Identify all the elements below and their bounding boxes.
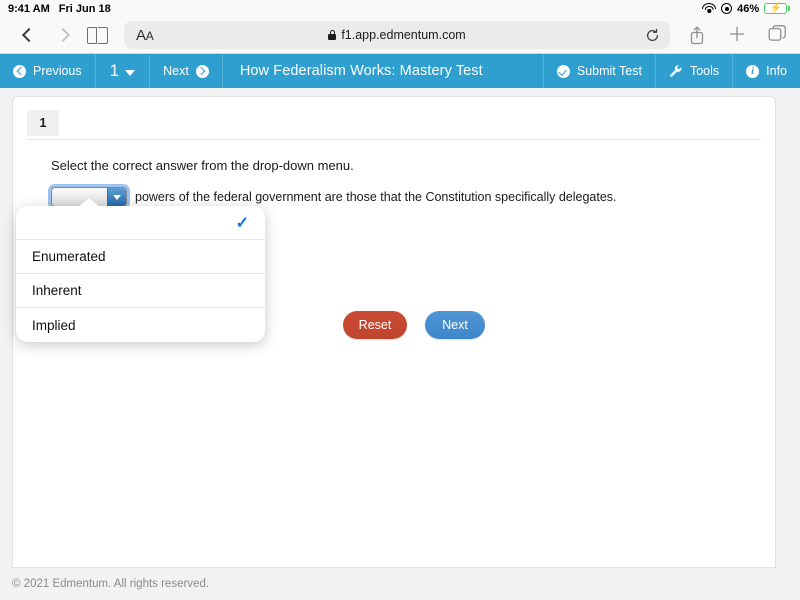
forward-button[interactable] [46, 20, 80, 50]
info-circle-icon: i [746, 65, 759, 78]
info-label: Info [766, 64, 787, 78]
check-circle-icon [557, 65, 570, 78]
back-button[interactable] [12, 20, 46, 50]
wrench-icon [669, 64, 683, 78]
address-bar[interactable]: AA f1.app.edmentum.com [124, 21, 670, 49]
text-size-button[interactable]: AA [136, 27, 153, 44]
previous-button[interactable]: Previous [0, 54, 96, 88]
status-bar-right: 46% ⚡ [702, 3, 790, 15]
tabs-icon[interactable] [768, 25, 788, 45]
share-icon[interactable] [688, 25, 708, 45]
arrow-circle-left-icon [13, 65, 26, 78]
info-button[interactable]: i Info [732, 54, 800, 88]
nav-right-actions: Submit Test Tools i Info [543, 54, 800, 88]
plus-icon[interactable] [728, 25, 748, 45]
next-button[interactable]: Next [425, 311, 485, 339]
wifi-icon [702, 3, 716, 14]
divider [27, 139, 761, 140]
reset-button[interactable]: Reset [343, 311, 407, 339]
copyright-text: © 2021 Edmentum. All rights reserved. [12, 578, 209, 590]
url-display: f1.app.edmentum.com [124, 28, 670, 42]
battery-charging-icon: ⚡ [764, 3, 790, 15]
footer: © 2021 Edmentum. All rights reserved. [0, 568, 800, 600]
chevron-right-icon [56, 28, 70, 42]
chevron-left-icon [22, 28, 36, 42]
location-icon [721, 3, 732, 14]
dropdown-option-label: Implied [32, 318, 249, 333]
dropdown-option[interactable]: Enumerated [16, 240, 265, 274]
check-icon: ✓ [236, 213, 249, 233]
arrow-circle-right-icon [196, 65, 209, 78]
test-navigation-bar: Previous 1 Next How Federalism Works: Ma… [0, 54, 800, 88]
status-time: 9:41 AM [8, 3, 50, 15]
submit-test-button[interactable]: Submit Test [543, 54, 655, 88]
question-number-row: 1 [27, 110, 761, 140]
answer-sentence-row: powers of the federal government are tho… [51, 187, 775, 207]
dropdown-option-label: Enumerated [32, 249, 249, 264]
dropdown-option[interactable]: Implied [16, 308, 265, 342]
battery-percent-label: 46% [737, 3, 759, 15]
submit-test-label: Submit Test [577, 64, 642, 78]
toolbar-actions [680, 25, 788, 45]
tools-label: Tools [690, 64, 719, 78]
dropdown-option[interactable]: ✓ [16, 206, 265, 240]
dropdown-option-label: Inherent [32, 283, 249, 298]
reload-icon[interactable] [645, 28, 660, 43]
question-prompt: Select the correct answer from the drop-… [51, 158, 775, 173]
chevron-down-icon [125, 70, 135, 76]
lock-icon [328, 30, 336, 40]
action-buttons: Reset Next [343, 311, 485, 339]
page-number-label: 1 [110, 61, 119, 81]
next-nav-button[interactable]: Next [150, 54, 223, 88]
dropdown-option[interactable]: Inherent [16, 274, 265, 308]
screen: 9:41 AM Fri Jun 18 46% ⚡ AA f1.app.edme [0, 0, 800, 600]
dropdown-popup-caret [78, 198, 100, 207]
tools-button[interactable]: Tools [655, 54, 732, 88]
page-selector[interactable]: 1 [96, 54, 150, 88]
question-number-tab: 1 [27, 110, 59, 136]
answer-sentence-text: powers of the federal government are tho… [135, 190, 617, 204]
ios-status-bar: 9:41 AM Fri Jun 18 46% ⚡ [0, 0, 800, 17]
dropdown-arrow-icon [107, 188, 126, 206]
browser-toolbar: AA f1.app.edmentum.com [0, 17, 800, 54]
dropdown-popup[interactable]: ✓ Enumerated Inherent Implied [16, 206, 265, 342]
page-title: How Federalism Works: Mastery Test [223, 54, 543, 88]
url-text: f1.app.edmentum.com [341, 28, 465, 42]
status-bar-left: 9:41 AM Fri Jun 18 [8, 3, 111, 15]
previous-label: Previous [33, 64, 82, 78]
next-nav-label: Next [163, 64, 189, 78]
book-icon [87, 27, 108, 44]
status-date: Fri Jun 18 [59, 3, 111, 15]
bookmarks-button[interactable] [80, 20, 114, 50]
